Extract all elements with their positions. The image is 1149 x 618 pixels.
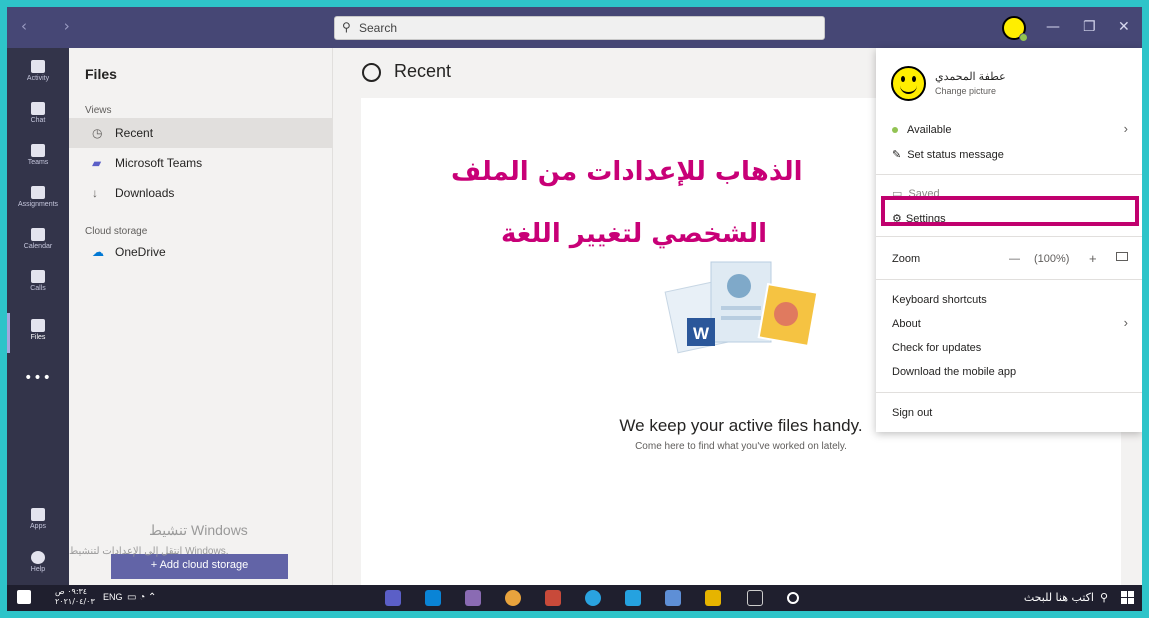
recent-clock-icon [362,63,381,82]
app-calendar[interactable]: Calendar [7,228,69,250]
files-pane: Files Views ◷ Recent ▰ Microsoft Teams ↓ Do… [69,48,333,585]
search-input[interactable]: ⚲ Search [334,16,825,40]
profile-avatar-button[interactable] [1002,16,1028,42]
add-cloud-storage-button[interactable]: + Add cloud storage [111,554,288,579]
search-icon: ⚲ [1099,591,1108,604]
store-taskbar-icon[interactable] [665,590,681,606]
user-name: عطفة المحمدي [935,71,1006,83]
windows-start-icon[interactable] [1121,591,1134,604]
menu-check-updates[interactable]: Check for updates [892,342,981,354]
profile-menu: عطفة المحمدي Change picture Available › … [876,48,1142,432]
zoom-label: Zoom [892,253,921,265]
available-dot-icon [892,127,898,134]
view-recent[interactable]: ◷ Recent [69,118,333,148]
apps-icon [31,508,45,521]
app-calls[interactable]: Calls [7,270,69,292]
activation-watermark-title: تنشيط Windows [149,522,248,538]
view-microsoft-teams[interactable]: ▰ Microsoft Teams [69,148,333,178]
zoom-value: (100%) [1034,253,1070,265]
edit-icon: ✎ [892,149,902,161]
files-icon [31,319,45,332]
status-available[interactable]: Available [892,124,951,136]
more-apps-button[interactable]: ••• [7,370,69,386]
app-taskbar-icon[interactable] [545,590,561,606]
assignments-icon [31,186,45,199]
calendar-icon [31,228,45,241]
set-status-message[interactable]: ✎ Set status message [892,148,1004,161]
presence-dot [1019,33,1028,42]
app-bar: Activity Chat Teams Assignments Calendar… [7,48,69,585]
teams-logo-icon: ▰ [92,156,102,170]
profile-avatar-large[interactable] [891,66,926,101]
onedrive-cloud-icon: ☁ [92,245,104,259]
history-nav-arrows[interactable]: ‹ › [21,17,86,35]
taskbar-clock: ٠٩:٣٤ ص ٢٠٢١/٠٤/٠٣ [55,587,95,606]
status-chevron-icon[interactable]: › [1124,121,1128,136]
cloud-onedrive[interactable]: ☁ OneDrive [69,237,333,267]
annotation-line-1: الذهاب للإعدادات من الملف [451,157,803,187]
app-chat[interactable]: Chat [7,102,69,124]
page-title: Recent [394,61,452,81]
maximize-button[interactable]: ❐ [1083,19,1096,35]
clock-icon: ◷ [92,126,103,140]
files-illustration-icon: W [664,261,819,354]
title-bar: ‹ › ⚲ Search — ❐ ✕ [7,7,1142,48]
views-label: Views [85,105,112,116]
fit-screen-icon[interactable] [1116,252,1128,261]
phone-icon [31,270,45,283]
search-icon: ⚲ [342,20,351,34]
taskbar-search[interactable]: ⚲اكتب هنا للبحث [1024,591,1108,604]
notification-icon[interactable] [17,590,31,604]
chat-icon [31,102,45,115]
menu-divider [876,236,1142,237]
onedrive-taskbar-icon[interactable] [425,590,441,606]
file-explorer-taskbar-icon[interactable] [705,590,721,606]
help-icon [31,551,45,564]
whatsapp-taskbar-icon[interactable] [625,590,641,606]
teams-window: ‹ › ⚲ Search — ❐ ✕ Activity Chat Teams A… [7,7,1142,611]
teams-taskbar-icon[interactable] [385,590,401,606]
menu-sign-out[interactable]: Sign out [892,407,932,419]
cortana-icon[interactable] [787,592,799,604]
menu-divider [876,279,1142,280]
telegram-taskbar-icon[interactable] [585,590,601,606]
app-apps[interactable]: Apps [7,508,69,530]
change-picture-link[interactable]: Change picture [935,86,996,96]
app-files[interactable]: Files [7,313,69,353]
files-title: Files [85,66,117,82]
empty-subtitle: Come here to find what you've worked on … [635,441,847,452]
settings-highlight-box [881,196,1139,226]
chrome-taskbar-icon[interactable] [505,590,521,606]
about-chevron-icon[interactable]: › [1124,315,1128,330]
menu-divider [876,392,1142,393]
language-indicator[interactable]: ENG [103,592,123,602]
svg-text:W: W [693,324,710,343]
menu-download-mobile[interactable]: Download the mobile app [892,366,1016,378]
task-view-icon[interactable] [747,590,763,606]
app-assignments[interactable]: Assignments [7,186,69,208]
close-button[interactable]: ✕ [1118,19,1130,35]
minimize-button[interactable]: — [1046,19,1060,35]
zoom-out-button[interactable]: — [1009,253,1020,265]
app-teams[interactable]: Teams [7,144,69,166]
annotation-line-2: الشخصي لتغيير اللغة [501,219,768,249]
paint-taskbar-icon[interactable] [465,590,481,606]
windows-taskbar: ٠٩:٣٤ ص ٢٠٢١/٠٤/٠٣ ENG ▭ ◔ ⌃ ⚲اكتب هنا ل… [7,585,1142,611]
zoom-in-button[interactable]: + [1089,251,1097,266]
cloud-storage-label: Cloud storage [85,226,148,237]
app-activity[interactable]: Activity [7,60,69,82]
teams-icon [31,144,45,157]
tray-icons[interactable]: ▭ ◔ ⌃ [127,592,156,603]
search-placeholder: Search [359,21,398,35]
view-downloads[interactable]: ↓ Downloads [69,178,333,208]
app-help[interactable]: Help [7,551,69,573]
download-icon: ↓ [92,186,98,200]
activation-watermark-subtitle: انتقل إلى الإعدادات لتنشيط Windows. [69,546,229,557]
menu-about[interactable]: About [892,318,921,330]
bell-icon [31,60,45,73]
menu-keyboard-shortcuts[interactable]: Keyboard shortcuts [892,294,987,306]
menu-divider [876,174,1142,175]
